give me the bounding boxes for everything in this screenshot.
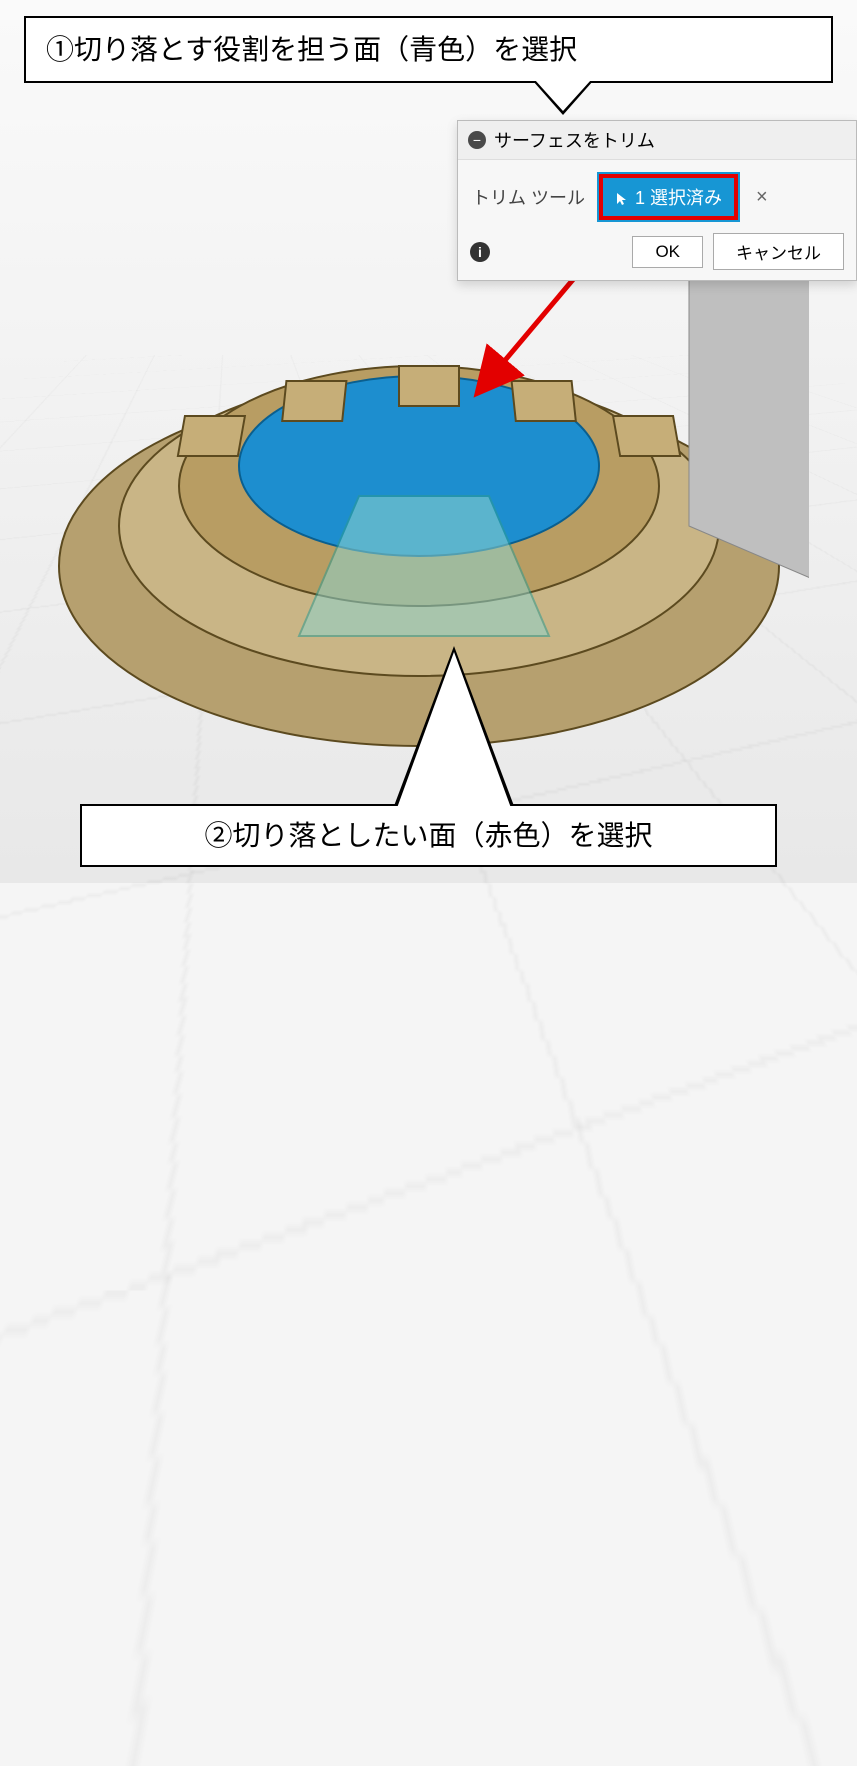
collapse-icon[interactable]: − <box>468 131 486 149</box>
annotation-text-2: ②切り落としたい面（赤色）を選択 <box>204 820 652 851</box>
annotation-callout-2: ②切り落としたい面（赤色）を選択 <box>80 804 777 867</box>
dialog-header[interactable]: − サーフェスをトリム <box>458 121 856 160</box>
annotation-callout-1: ①切り落とす役割を担う面（青色）を選択 <box>24 16 833 83</box>
info-icon[interactable]: i <box>470 242 490 262</box>
cancel-button[interactable]: キャンセル <box>713 233 844 270</box>
ground-grid <box>0 355 857 1766</box>
clear-selection-button[interactable]: × <box>752 186 772 209</box>
cad-viewport[interactable]: − サーフェスをトリム トリム ツール 1 選択済み × i OK キャンセル … <box>0 0 857 883</box>
selection-pill[interactable]: 1 選択済み <box>599 174 738 220</box>
dialog-title: サーフェスをトリム <box>494 127 655 153</box>
annotation-text-1: ①切り落とす役割を担う面（青色）を選択 <box>46 34 577 65</box>
cursor-icon <box>615 190 629 204</box>
trim-tool-label: トリム ツール <box>472 184 585 210</box>
trim-dialog: − サーフェスをトリム トリム ツール 1 選択済み × i OK キャンセル <box>457 120 857 281</box>
ok-button[interactable]: OK <box>632 236 703 268</box>
selection-text: 1 選択済み <box>635 184 722 210</box>
